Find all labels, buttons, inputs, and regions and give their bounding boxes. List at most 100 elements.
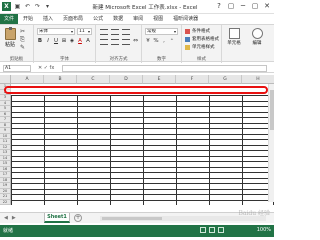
horizontal-scroll-thumb[interactable] <box>102 217 162 220</box>
font-group: 宋体 ▾ 11 ▾ B I U ⊞ ◈ A A 字体 <box>34 25 96 63</box>
tab-formulas[interactable]: 公式 <box>88 14 108 24</box>
bold-icon[interactable]: B <box>37 38 43 44</box>
vertical-scroll-thumb[interactable] <box>270 90 274 130</box>
font-name-select[interactable]: 宋体 ▾ <box>37 28 75 35</box>
page-break-view-icon[interactable] <box>218 227 224 233</box>
formula-controls[interactable]: ✕ ✓ fx <box>38 64 54 73</box>
ribbon-tabs: 文件 开始 插入 页面布局 公式 数据 审阅 视图 福昕阅读器 <box>0 14 274 24</box>
table-border-line <box>11 95 274 96</box>
tab-page-layout[interactable]: 页面布局 <box>58 14 88 24</box>
tab-file[interactable]: 文件 <box>0 14 19 24</box>
add-sheet-icon[interactable]: + <box>74 214 82 222</box>
cut-icon[interactable]: ✂ <box>20 28 25 35</box>
page-layout-view-icon[interactable] <box>209 227 215 233</box>
row-1-highlight <box>4 86 268 94</box>
paste-button[interactable]: 粘贴 <box>3 27 17 50</box>
tab-home[interactable]: 开始 <box>18 14 38 24</box>
column-header[interactable]: D <box>110 75 143 84</box>
column-header[interactable]: H <box>242 75 274 84</box>
clipboard-group: 粘贴 ✂ ⎘ ✎ 剪贴板 <box>0 25 34 63</box>
align-bottom-icon[interactable] <box>122 29 130 35</box>
tab-foxit-reader[interactable]: 福昕阅读器 <box>168 14 203 24</box>
table-border-line <box>11 128 274 129</box>
watermark: Baidu 经验 <box>238 210 270 217</box>
ribbon-display-icon[interactable]: ▢ <box>226 1 236 11</box>
font-color-icon[interactable]: A <box>77 38 83 44</box>
increase-decimal-icon[interactable]: ⁺ <box>169 38 175 44</box>
tab-insert[interactable]: 插入 <box>38 14 58 24</box>
status-bar: 就绪 100% <box>0 225 274 237</box>
help-icon[interactable]: ? <box>214 1 224 11</box>
table-format-icon <box>185 36 190 42</box>
table-border-line <box>11 122 274 124</box>
cell-styles-label: 单元格样式 <box>192 45 215 50</box>
save-icon[interactable]: ▣ <box>14 3 21 10</box>
conditional-format-icon <box>185 28 190 34</box>
vertical-scrollbar[interactable] <box>268 84 274 202</box>
undo-icon[interactable]: ↶ <box>24 3 31 10</box>
tab-data[interactable]: 数据 <box>108 14 128 24</box>
column-header[interactable]: G <box>209 75 242 84</box>
border-icon[interactable]: ⊞ <box>61 38 67 44</box>
column-header[interactable]: A <box>11 75 44 84</box>
italic-icon[interactable]: I <box>45 38 51 44</box>
sheet-tab-sheet1[interactable]: Sheet1 <box>44 213 70 223</box>
table-border-line <box>11 194 274 195</box>
underline-icon[interactable]: U <box>53 38 59 44</box>
number-group-label: 数字 <box>157 57 166 62</box>
minimize-icon[interactable]: ─ <box>238 1 248 11</box>
percent-icon[interactable]: % <box>153 38 159 44</box>
row-header[interactable]: 22 <box>0 199 11 205</box>
name-box[interactable]: A1 <box>3 65 31 72</box>
paste-label: 粘贴 <box>4 42 15 48</box>
align-top-icon[interactable] <box>100 29 108 35</box>
table-border-line <box>11 155 274 157</box>
edit-button[interactable]: 编辑 <box>248 28 266 46</box>
maximize-icon[interactable]: ▢ <box>250 1 260 11</box>
formula-bar: A1 ✕ ✓ fx <box>0 64 274 73</box>
next-sheet-icon[interactable]: ▶ <box>12 215 16 221</box>
column-header[interactable]: C <box>77 75 110 84</box>
format-painter-icon[interactable]: ✎ <box>20 44 25 51</box>
styles-group: 条件格式 套用表格格式 单元格样式 样式 <box>182 25 222 63</box>
formula-input[interactable] <box>62 65 267 72</box>
column-header[interactable]: F <box>176 75 209 84</box>
merge-icon[interactable]: ⇔ <box>133 37 138 44</box>
font-style-buttons: B I U ⊞ ◈ A A <box>37 38 91 44</box>
align-center-icon[interactable] <box>111 39 119 45</box>
close-icon[interactable]: ✕ <box>262 1 272 11</box>
align-right-icon[interactable] <box>122 39 130 45</box>
align-middle-icon[interactable] <box>111 29 119 35</box>
customize-icon[interactable]: ▾ <box>44 3 51 10</box>
comma-icon[interactable]: , <box>161 38 167 44</box>
prev-sheet-icon[interactable]: ◀ <box>4 215 8 221</box>
cell-styles-button[interactable]: 单元格样式 <box>185 44 215 50</box>
column-header[interactable]: B <box>44 75 77 84</box>
column-header[interactable]: E <box>143 75 176 84</box>
zoom-level[interactable]: 100% <box>257 227 271 233</box>
table-format-button[interactable]: 套用表格格式 <box>185 36 219 42</box>
font-size-select[interactable]: 11 ▾ <box>77 28 92 35</box>
cells-button[interactable]: 单元格 <box>225 28 243 46</box>
conditional-format-button[interactable]: 条件格式 <box>185 28 210 34</box>
font-size-value: 11 <box>79 29 85 34</box>
number-group: 常规 ▾ ¥ % , ⁺ 数字 <box>142 25 182 63</box>
tab-review[interactable]: 审阅 <box>128 14 148 24</box>
cells-label: 单元格 <box>227 41 241 46</box>
table-border-line <box>11 172 274 173</box>
grow-font-icon[interactable]: A <box>85 38 91 44</box>
copy-icon[interactable]: ⎘ <box>20 36 25 44</box>
currency-icon[interactable]: ¥ <box>145 38 151 44</box>
select-all-corner[interactable] <box>0 75 11 84</box>
worksheet-grid[interactable]: A B C D E F G H 1 2 3 4 5 6 7 8 9 10 11 12 13 14 15 16 17 18 19 20 2… <box>0 75 274 205</box>
number-format-select[interactable]: 常规 ▾ <box>145 28 178 35</box>
tab-view[interactable]: 视图 <box>148 14 168 24</box>
fill-color-icon[interactable]: ◈ <box>69 38 75 44</box>
align-left-icon[interactable] <box>100 39 108 45</box>
view-buttons <box>200 227 224 233</box>
cell-styles-icon <box>185 44 190 50</box>
redo-icon[interactable]: ↷ <box>34 3 41 10</box>
table-border-line <box>11 183 274 184</box>
normal-view-icon[interactable] <box>200 227 206 233</box>
ribbon-home: 粘贴 ✂ ⎘ ✎ 剪贴板 宋体 ▾ 11 ▾ B I U ⊞ ◈ A A 字体 ⇔ <box>0 24 274 63</box>
